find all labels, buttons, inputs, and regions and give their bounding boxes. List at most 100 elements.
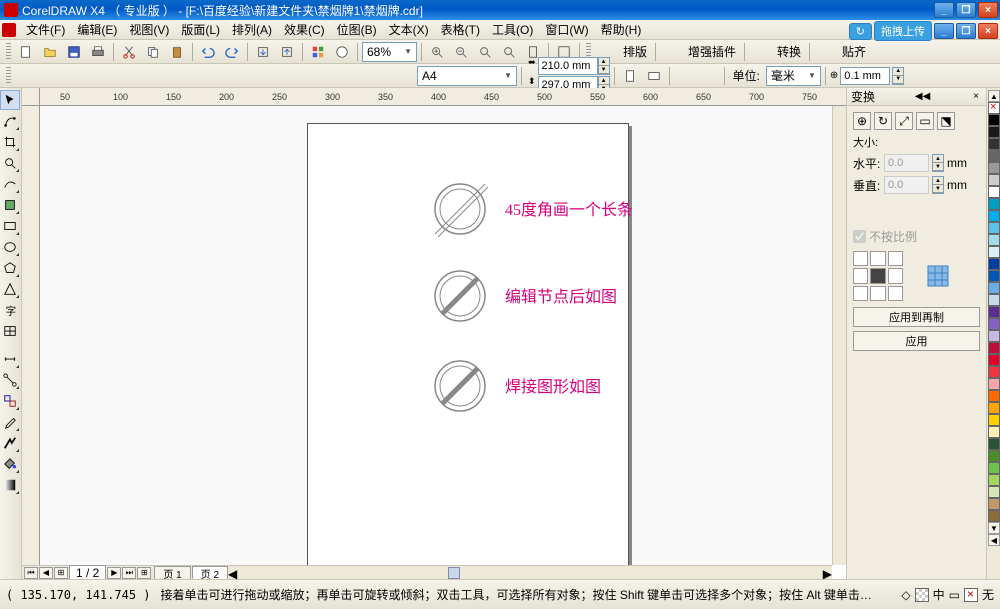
prev-page-button[interactable]: ◀ <box>39 567 53 579</box>
color-swatch[interactable] <box>988 306 1000 318</box>
horizontal-ruler[interactable]: 5010015020025030035040045050055060065070… <box>40 88 846 106</box>
color-swatch[interactable] <box>988 462 1000 474</box>
dimension-tool[interactable] <box>0 349 20 369</box>
color-swatch[interactable] <box>988 162 1000 174</box>
new-button[interactable] <box>15 42 37 62</box>
color-swatch[interactable] <box>988 318 1000 330</box>
color-swatch[interactable] <box>988 150 1000 162</box>
color-swatch[interactable] <box>988 438 1000 450</box>
horizontal-spinner[interactable]: ▲▼ <box>932 154 944 172</box>
fill-tool[interactable] <box>0 454 20 474</box>
last-page-button[interactable]: ⏭ <box>122 567 136 579</box>
color-swatch[interactable] <box>988 114 1000 126</box>
maximize-button[interactable]: ❐ <box>956 2 976 18</box>
zoom-tool[interactable] <box>0 153 20 173</box>
color-swatch[interactable] <box>988 474 1000 486</box>
export-button[interactable] <box>276 42 298 62</box>
symbol-3[interactable] <box>430 356 490 416</box>
color-swatch[interactable] <box>988 330 1000 342</box>
page-tab-2[interactable]: 页 2 <box>192 566 228 580</box>
color-swatch[interactable] <box>988 498 1000 510</box>
palette-flyout-button[interactable]: ◀ <box>988 534 1000 546</box>
freehand-tool[interactable] <box>0 174 20 194</box>
landscape-button[interactable] <box>643 66 665 86</box>
transform-rotate-button[interactable]: ↻ <box>874 112 892 130</box>
menu-arrange[interactable]: 排列(A) <box>226 19 278 40</box>
ellipse-tool[interactable] <box>0 237 20 257</box>
app-launcher-button[interactable] <box>307 42 329 62</box>
basicshapes-tool[interactable] <box>0 279 20 299</box>
eyedropper-tool[interactable] <box>0 412 20 432</box>
color-swatch[interactable] <box>988 354 1000 366</box>
fill-swatch[interactable] <box>915 588 929 602</box>
nudge-input[interactable]: 0.1 mm <box>840 67 890 85</box>
palette-down-button[interactable]: ▼ <box>988 522 1000 534</box>
next-page-button[interactable]: ▶ <box>107 567 121 579</box>
first-page-button[interactable]: ⏮ <box>24 567 38 579</box>
menu-table[interactable]: 表格(T) <box>435 19 486 40</box>
menu-window[interactable]: 窗口(W) <box>539 19 594 40</box>
symbol-2[interactable] <box>430 266 490 326</box>
scroll-thumb[interactable] <box>448 567 460 579</box>
menu-file[interactable]: 文件(F) <box>20 19 71 40</box>
viewport[interactable]: 45度角画一个长条 编辑节点后如图 焊接图形如图 <box>40 106 832 565</box>
vertical-scrollbar[interactable] <box>832 106 846 565</box>
menu-tools[interactable]: 工具(O) <box>486 19 539 40</box>
color-swatch[interactable] <box>988 450 1000 462</box>
color-swatch[interactable] <box>988 246 1000 258</box>
page-width-spinner[interactable]: ▲▼ <box>598 57 610 75</box>
plugin-extra-button[interactable] <box>660 42 682 62</box>
vertical-input[interactable] <box>884 176 929 194</box>
color-swatch[interactable] <box>988 210 1000 222</box>
toolbar-handle[interactable] <box>6 43 11 61</box>
mdi-restore-button[interactable]: ❐ <box>956 23 976 39</box>
transform-size-button[interactable]: ▭ <box>916 112 934 130</box>
menu-help[interactable]: 帮助(H) <box>595 19 648 40</box>
close-button[interactable]: × <box>978 2 998 18</box>
menu-text[interactable]: 文本(X) <box>383 19 435 40</box>
docker-collapse-button[interactable]: ◀◀ <box>912 91 933 102</box>
blend-tool[interactable] <box>0 391 20 411</box>
color-swatch[interactable] <box>988 198 1000 210</box>
color-swatch[interactable] <box>988 222 1000 234</box>
interactive-fill-tool[interactable] <box>0 475 20 495</box>
color-swatch[interactable] <box>988 390 1000 402</box>
print-button[interactable] <box>87 42 109 62</box>
smartfill-tool[interactable] <box>0 195 20 215</box>
transform-extra-button[interactable] <box>749 42 771 62</box>
page-width-input[interactable]: 210.0 mm <box>538 57 598 75</box>
zoom-out-button[interactable] <box>450 42 472 62</box>
horizontal-input[interactable] <box>884 154 929 172</box>
paste-button[interactable] <box>166 42 188 62</box>
minimize-button[interactable]: _ <box>934 2 954 18</box>
canvas[interactable]: 5010015020025030035040045050055060065070… <box>22 88 846 579</box>
copy-button[interactable] <box>142 42 164 62</box>
layout-label[interactable]: 排版 <box>619 43 651 60</box>
shape-tool[interactable] <box>0 111 20 131</box>
color-swatch[interactable] <box>988 174 1000 186</box>
units-combo[interactable]: 毫米▼ <box>766 66 821 86</box>
add-page-before-button[interactable]: ⊞ <box>54 567 68 579</box>
crop-tool[interactable] <box>0 132 20 152</box>
mdi-close-button[interactable]: × <box>978 23 998 39</box>
menu-bitmaps[interactable]: 位图(B) <box>331 19 383 40</box>
page-tab-1[interactable]: 页 1 <box>154 566 190 580</box>
zoom-all-button[interactable] <box>498 42 520 62</box>
plugin-label[interactable]: 增强插件 <box>684 43 740 60</box>
color-swatch[interactable] <box>988 486 1000 498</box>
vertical-spinner[interactable]: ▲▼ <box>932 176 944 194</box>
pick-tool[interactable] <box>0 90 20 110</box>
import-button[interactable] <box>252 42 274 62</box>
menu-edit[interactable]: 编辑(E) <box>71 19 123 40</box>
menu-view[interactable]: 视图(V) <box>123 19 175 40</box>
zoom-in-button[interactable] <box>426 42 448 62</box>
portrait-button[interactable] <box>619 66 641 86</box>
horizontal-scrollbar[interactable]: ◀ ▶ <box>228 566 832 580</box>
apply-button[interactable]: 应用 <box>853 331 980 351</box>
menu-layout[interactable]: 版面(L) <box>175 19 226 40</box>
color-swatch[interactable] <box>988 426 1000 438</box>
outline-swatch[interactable]: × <box>964 588 978 602</box>
scroll-right-button[interactable]: ▶ <box>823 567 832 580</box>
transform-label[interactable]: 转换 <box>773 43 805 60</box>
welcome-button[interactable] <box>331 42 353 62</box>
